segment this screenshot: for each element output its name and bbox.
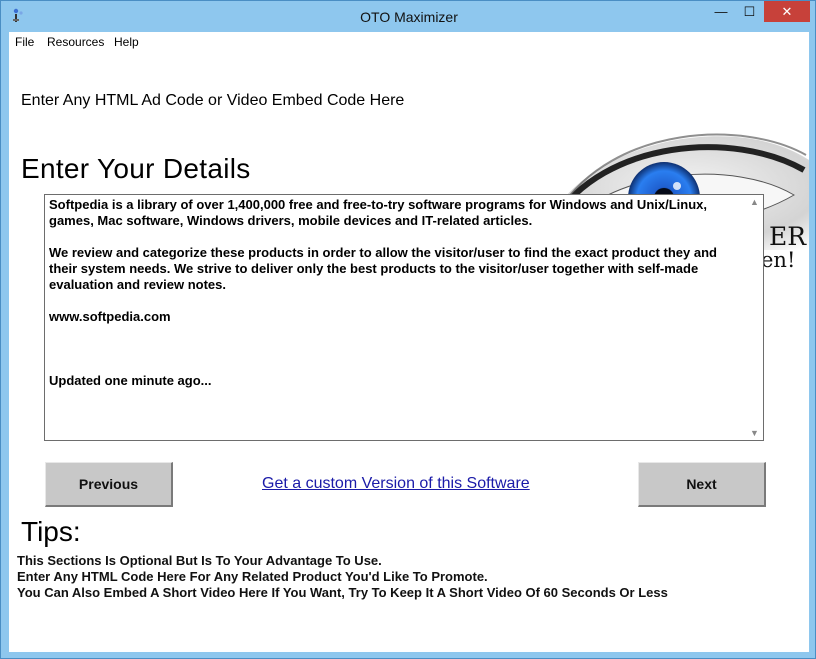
tip-line: You Can Also Embed A Short Video Here If… bbox=[17, 585, 668, 600]
details-paragraph: Softpedia is a library of over 1,400,000… bbox=[49, 197, 707, 228]
tip-line: Enter Any HTML Code Here For Any Related… bbox=[17, 569, 488, 584]
vertical-scrollbar[interactable]: ▲ ▼ bbox=[746, 195, 763, 440]
next-button[interactable]: Next bbox=[638, 462, 766, 507]
details-text: Softpedia is a library of over 1,400,000… bbox=[49, 197, 741, 405]
title-bar[interactable]: OTO Maximizer — ☐ ✕ bbox=[1, 1, 816, 32]
details-paragraph: www.softpedia.com bbox=[49, 309, 171, 324]
maximize-button[interactable]: ☐ bbox=[736, 1, 763, 22]
menu-bar: File Resources Help bbox=[9, 32, 809, 52]
tips-heading: Tips: bbox=[21, 516, 81, 547]
details-paragraph bbox=[49, 341, 741, 357]
app-window: OTO Maximizer — ☐ ✕ File Resources Help … bbox=[0, 0, 816, 659]
previous-button[interactable]: Previous bbox=[45, 462, 173, 507]
scroll-down-icon[interactable]: ▼ bbox=[750, 428, 759, 438]
details-paragraph: Updated one minute ago... bbox=[49, 373, 212, 388]
window-title: OTO Maximizer bbox=[360, 9, 458, 25]
close-button[interactable]: ✕ bbox=[764, 1, 810, 22]
menu-file[interactable]: File bbox=[15, 35, 34, 49]
minimize-button[interactable]: — bbox=[707, 1, 735, 22]
overlay-text-er: ER bbox=[769, 222, 807, 251]
details-heading: Enter Your Details bbox=[21, 153, 251, 184]
details-paragraph: We review and categorize these products … bbox=[49, 245, 717, 292]
tip-line: This Sections Is Optional But Is To Your… bbox=[17, 553, 382, 568]
main-content: Enter Any HTML Ad Code or Video Embed Co… bbox=[9, 52, 809, 652]
overlay-text-en: en! bbox=[761, 248, 796, 272]
menu-help[interactable]: Help bbox=[114, 35, 139, 49]
details-textarea[interactable]: Softpedia is a library of over 1,400,000… bbox=[44, 194, 764, 441]
menu-resources[interactable]: Resources bbox=[47, 35, 104, 49]
ad-code-placeholder: Enter Any HTML Ad Code or Video Embed Co… bbox=[21, 92, 405, 109]
custom-version-link[interactable]: Get a custom Version of this Software bbox=[262, 475, 530, 493]
scroll-up-icon[interactable]: ▲ bbox=[750, 197, 759, 207]
